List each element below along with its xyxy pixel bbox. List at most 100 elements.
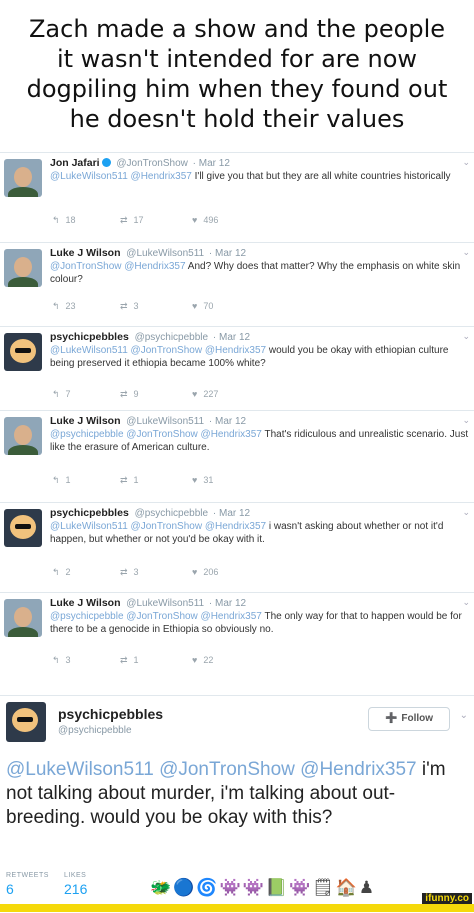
retweet-count: 9 <box>133 389 139 399</box>
display-name[interactable]: psychicpebbles <box>58 706 163 722</box>
like-button[interactable]: ♥ 70 <box>192 301 219 311</box>
handle[interactable]: @psychicpebble <box>135 508 209 519</box>
mentions[interactable]: @psychicpebble @JonTronShow @Hendrix357 <box>50 611 262 622</box>
handle[interactable]: @LukeWilson511 <box>126 598 204 609</box>
avatar[interactable] <box>4 159 42 197</box>
like-button[interactable]: ♥ 496 <box>192 215 224 225</box>
tweet-header: psychicpebbles @psychicpebble · Mar 12 <box>50 507 250 519</box>
reply-button[interactable]: ↰ 3 <box>52 655 77 666</box>
retweet-button[interactable]: ⇄ 9 <box>120 389 145 400</box>
follow-button[interactable]: ➕ Follow <box>368 707 450 731</box>
display-name[interactable]: Luke J Wilson <box>50 597 121 609</box>
avatar[interactable] <box>4 417 42 455</box>
tweet: Luke J Wilson @LukeWilson511 · Mar 12 ⌄ … <box>0 242 474 327</box>
timestamp[interactable]: · Mar 12 <box>213 332 250 343</box>
avatar[interactable] <box>4 509 42 547</box>
tweet-header: Luke J Wilson @LukeWilson511 · Mar 12 <box>50 247 246 259</box>
timestamp[interactable]: · Mar 12 <box>209 248 246 259</box>
timestamp[interactable]: · Mar 12 <box>209 598 246 609</box>
timestamp[interactable]: · Mar 12 <box>213 508 250 519</box>
timestamp[interactable]: · Mar 12 <box>193 158 230 169</box>
likes-label: LIKES <box>64 872 87 879</box>
display-name[interactable]: psychicpebbles <box>50 331 129 343</box>
tweet-text: @LukeWilson511 @JonTronShow @Hendrix357 … <box>6 758 470 830</box>
caret-icon[interactable]: ⌄ <box>460 710 468 721</box>
like-button[interactable]: ♥ 31 <box>192 475 219 485</box>
retweet-icon: ⇄ <box>120 301 128 311</box>
mentions[interactable]: @JonTronShow @Hendrix357 <box>50 261 186 272</box>
reply-count: 3 <box>65 655 71 665</box>
handle[interactable]: @JonTronShow <box>116 158 187 169</box>
retweet-button[interactable]: ⇄ 17 <box>120 215 150 226</box>
caret-icon[interactable]: ⌄ <box>462 247 470 258</box>
caret-icon[interactable]: ⌄ <box>462 157 470 168</box>
like-count: 22 <box>203 655 214 665</box>
retweets-value: 6 <box>6 881 14 897</box>
heart-icon: ♥ <box>192 389 198 399</box>
heart-icon: ♥ <box>192 301 198 311</box>
reply-icon: ↰ <box>52 215 60 225</box>
like-button[interactable]: ♥ 227 <box>192 389 224 399</box>
reply-icon: ↰ <box>52 301 60 311</box>
mentions[interactable]: @psychicpebble @JonTronShow @Hendrix357 <box>50 429 262 440</box>
verified-badge-icon <box>101 158 111 167</box>
liker-avatars[interactable]: 🐲🔵🌀👾👾📗👾🗒🏠♟ <box>150 878 376 898</box>
follow-label: Follow <box>401 713 434 724</box>
like-button[interactable]: ♥ 22 <box>192 655 219 665</box>
handle[interactable]: @LukeWilson511 <box>126 248 204 259</box>
reply-count: 23 <box>65 301 76 311</box>
reply-icon: ↰ <box>52 655 60 665</box>
handle[interactable]: @psychicpebble <box>135 332 209 343</box>
caret-icon[interactable]: ⌄ <box>462 415 470 426</box>
retweet-button[interactable]: ⇄ 1 <box>120 475 145 486</box>
tweet-header: Jon Jafari @JonTronShow · Mar 12 <box>50 157 230 169</box>
follow-icon: ➕ <box>384 713 398 724</box>
mentions[interactable]: @LukeWilson511 @JonTronShow @Hendrix357 <box>6 759 417 780</box>
reply-button[interactable]: ↰ 18 <box>52 215 82 226</box>
retweet-button[interactable]: ⇄ 3 <box>120 567 145 578</box>
reply-button[interactable]: ↰ 23 <box>52 301 82 312</box>
timestamp[interactable]: · Mar 12 <box>209 416 246 427</box>
tweet-text: @LukeWilson511 @JonTronShow @Hendrix357 … <box>50 344 470 370</box>
caption-line: Zach made a show and the people <box>28 15 446 43</box>
caption-line: he doesn't hold their values <box>69 105 405 133</box>
retweet-button[interactable]: ⇄ 1 <box>120 655 145 666</box>
reply-button[interactable]: ↰ 2 <box>52 567 77 578</box>
reply-icon: ↰ <box>52 567 60 577</box>
like-button[interactable]: ♥ 206 <box>192 567 224 577</box>
likes-stat[interactable]: LIKES 216 <box>64 872 87 897</box>
avatar[interactable] <box>6 702 46 742</box>
avatar[interactable] <box>4 333 42 371</box>
tweet-header: Luke J Wilson @LukeWilson511 · Mar 12 <box>50 597 246 609</box>
reply-button[interactable]: ↰ 7 <box>52 389 77 400</box>
display-name[interactable]: psychicpebbles <box>50 507 129 519</box>
caret-icon[interactable]: ⌄ <box>462 507 470 518</box>
like-count: 206 <box>203 567 219 577</box>
retweet-icon: ⇄ <box>120 655 128 665</box>
retweet-count: 1 <box>133 655 139 665</box>
caret-icon[interactable]: ⌄ <box>462 331 470 342</box>
heart-icon: ♥ <box>192 475 198 485</box>
display-name[interactable]: Luke J Wilson <box>50 415 121 427</box>
tweet: Jon Jafari @JonTronShow · Mar 12 ⌄ @Luke… <box>0 152 474 243</box>
display-name[interactable]: Luke J Wilson <box>50 247 121 259</box>
retweet-count: 1 <box>133 475 139 485</box>
mentions[interactable]: @LukeWilson511 @Hendrix357 <box>50 171 192 182</box>
retweet-count: 3 <box>133 567 139 577</box>
like-count: 496 <box>203 215 219 225</box>
mentions[interactable]: @LukeWilson511 @JonTronShow @Hendrix357 <box>50 521 266 532</box>
retweet-count: 17 <box>133 215 144 225</box>
reply-button[interactable]: ↰ 1 <box>52 475 77 486</box>
retweets-stat[interactable]: RETWEETS 6 <box>6 872 49 897</box>
handle[interactable]: @LukeWilson511 <box>126 416 204 427</box>
reply-count: 1 <box>65 475 71 485</box>
tweet-text: @psychicpebble @JonTronShow @Hendrix357 … <box>50 610 470 636</box>
avatar[interactable] <box>4 249 42 287</box>
display-name[interactable]: Jon Jafari <box>50 157 100 169</box>
caret-icon[interactable]: ⌄ <box>462 597 470 608</box>
retweet-button[interactable]: ⇄ 3 <box>120 301 145 312</box>
avatar[interactable] <box>4 599 42 637</box>
mentions[interactable]: @LukeWilson511 @JonTronShow @Hendrix357 <box>50 345 266 356</box>
tweet-body: I'll give you that but they are all whit… <box>191 171 451 182</box>
handle[interactable]: @psychicpebble <box>58 725 132 736</box>
